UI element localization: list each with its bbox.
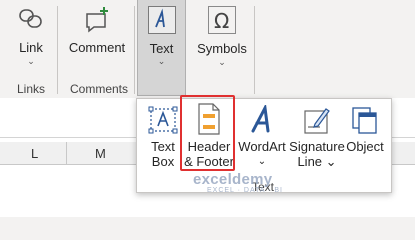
text-box-button[interactable]: Text Box [143,105,183,169]
signature-label-2: Line ⌄ [297,154,337,169]
column-header-m[interactable]: M [95,146,106,161]
text-box-icon [148,106,178,134]
symbols-button[interactable]: Ω Symbols ⌄ [193,6,251,67]
text-label: Text [149,41,174,56]
separator [254,6,255,94]
object-button[interactable]: Object [345,105,385,154]
chevron-down-icon: ⌄ [27,56,35,66]
watermark-logo: exceldemy EXCEL · DATA · BI [193,171,283,194]
wordart-button[interactable]: WordArt ⌄ [237,105,287,169]
chevron-down-icon: ⌄ [157,56,166,66]
comments-group-label: Comments [70,82,129,96]
new-comment-icon [86,7,108,33]
comment-button[interactable]: Comment [64,6,130,56]
text-box-label-1: Text [151,139,175,154]
column-divider [66,142,67,164]
chevron-down-icon: ⌄ [218,57,226,67]
separator [134,6,135,94]
text-icon [147,6,176,34]
symbols-label: Symbols [197,41,247,56]
signature-line-icon [304,108,330,134]
signature-line-button[interactable]: Signature Line ⌄ [288,105,346,169]
object-icon [352,107,377,134]
highlight-box [180,95,235,171]
comment-label: Comment [68,40,126,55]
column-header-l[interactable]: L [31,146,38,161]
watermark-subtext: EXCEL · DATA · BI [207,187,283,194]
link-label: Link [19,40,43,55]
signature-label-1: Signature [289,139,345,154]
wordart-label: WordArt [238,139,286,154]
text-button[interactable]: Text ⌄ [137,0,186,96]
links-group-label: Links [17,82,46,96]
separator [57,6,58,94]
watermark-text: exceldemy [193,171,273,188]
omega-icon: Ω [208,6,236,34]
link-button[interactable]: Link ⌄ [8,6,54,66]
link-icon [19,9,42,28]
text-box-label-2: Box [151,154,175,169]
object-label: Object [346,139,384,154]
wordart-icon [251,105,270,133]
chevron-down-icon: ⌄ [257,156,267,167]
